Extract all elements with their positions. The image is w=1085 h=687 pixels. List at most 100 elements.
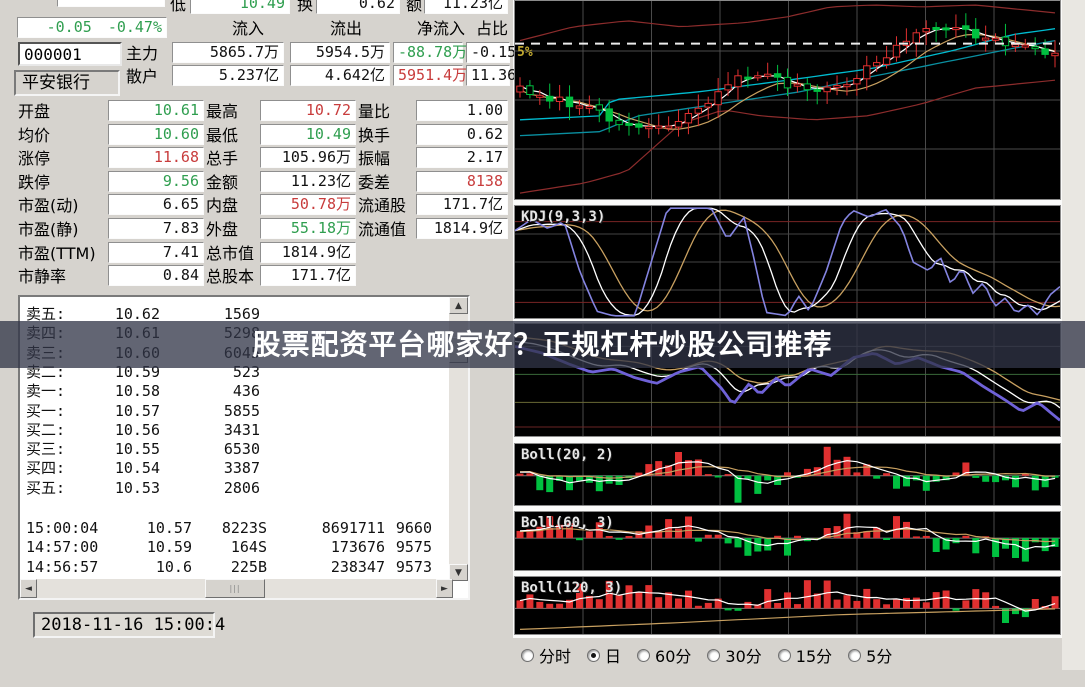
stat-label: 委差 <box>358 172 391 192</box>
ob-label: 买一: <box>26 401 66 420</box>
boll120-panel[interactable]: Boll(120, 3) <box>514 576 1061 635</box>
radio-icon[interactable] <box>848 648 862 662</box>
period-5min[interactable]: 5分 <box>848 643 892 667</box>
period-label: 30分 <box>725 647 762 666</box>
period-day[interactable]: 日 <box>587 643 621 667</box>
stat-value: 1814.9亿 <box>416 218 508 239</box>
stat-label: 外盘 <box>206 220 239 239</box>
tx-volume: 225B <box>230 557 267 576</box>
tx-volume: 8223S <box>221 519 267 537</box>
flow-retail-inflow: 5.237亿 <box>172 65 284 86</box>
ob-price: 10.53 <box>114 478 160 497</box>
tx-price: 10.57 <box>146 519 192 537</box>
tx-price: 10.59 <box>146 538 192 557</box>
tx-time: 15:00:04 <box>26 519 99 537</box>
scroll-left-button[interactable]: ◄ <box>20 579 37 598</box>
boll120-label: Boll(120, 3) <box>521 580 623 596</box>
transaction-row[interactable]: 15:00:04 10.57 8223S 8691711 9660 <box>20 519 432 538</box>
tx-time: 14:56:57 <box>26 557 99 576</box>
kline-chart-panel[interactable]: 5% <box>514 0 1061 200</box>
stat-label: 市盈(TTM) <box>18 243 96 263</box>
change-value: -0.05 <box>46 18 92 36</box>
period-30min[interactable]: 30分 <box>707 643 762 667</box>
boll60-label: Boll(60, 3) <box>521 515 614 531</box>
stat-value: 105.96万 <box>260 147 356 169</box>
tx-time: 14:57:00 <box>26 538 99 557</box>
ob-label: 买四: <box>26 459 66 478</box>
stat-value: 10.60 <box>108 123 204 145</box>
scroll-up-button[interactable]: ▲ <box>449 297 468 314</box>
period-60min[interactable]: 60分 <box>637 643 691 667</box>
ob-volume: 3431 <box>223 420 260 439</box>
boll60-panel[interactable]: Boll(60, 3) <box>514 511 1061 571</box>
flow-main-net: -88.78万 <box>393 42 467 63</box>
tx-volume: 164S <box>230 538 267 557</box>
radio-icon[interactable] <box>637 648 651 662</box>
boll20-panel[interactable]: Boll(20, 2) <box>514 443 1061 506</box>
stat-label: 总股本 <box>206 267 255 287</box>
radio-icon[interactable] <box>707 648 721 662</box>
hscroll-thumb[interactable]: ||| <box>205 579 265 598</box>
stat-value: 1814.9亿 <box>260 241 356 263</box>
flow-retail-net: 5951.4万 <box>393 65 467 86</box>
flow-header-ratio: 占比 <box>476 19 509 38</box>
stat-label: 市盈(静) <box>18 220 79 239</box>
stat-label: 量比 <box>358 102 391 121</box>
order-book-row[interactable]: 买三: 10.55 6530 <box>20 440 430 459</box>
stock-code-input[interactable] <box>18 42 122 66</box>
stock-name: 平安银行 <box>14 70 120 96</box>
stat-label: 换手 <box>358 125 391 145</box>
tx-amount: 173676 <box>330 538 385 557</box>
scroll-right-button[interactable]: ► <box>436 579 453 598</box>
quote-strip-value-amount: 11.23亿 <box>424 0 508 14</box>
flow-retail-ratio: 11.36 <box>466 65 516 86</box>
order-book-row[interactable]: 卖一: 10.58 436 <box>20 382 430 401</box>
datetime-display: 2018-11-16 15:00:4 <box>33 612 225 638</box>
stat-value: 8138 <box>416 170 508 192</box>
stat-label: 流通值 <box>358 220 407 239</box>
period-15min[interactable]: 15分 <box>777 643 833 667</box>
radio-icon-selected[interactable] <box>587 648 601 662</box>
order-book-row[interactable]: 买四: 10.54 3387 <box>20 459 430 478</box>
order-book-row[interactable]: 买二: 10.56 3431 <box>20 421 430 440</box>
stat-value: 10.72 <box>260 100 356 121</box>
radio-icon[interactable] <box>777 648 791 662</box>
stat-label: 最高 <box>206 102 239 121</box>
period-label: 分时 <box>539 647 572 666</box>
order-book-row[interactable]: 买五: 10.53 2806 <box>20 479 430 498</box>
order-book-row[interactable]: 买一: 10.57 5855 <box>20 402 430 421</box>
stat-label: 市盈(动) <box>18 196 79 216</box>
ob-price: 10.54 <box>114 459 160 478</box>
stat-label: 流通股 <box>358 196 407 216</box>
period-label: 60分 <box>655 647 692 666</box>
ob-volume: 3387 <box>223 459 260 478</box>
ob-volume: 6530 <box>223 440 260 459</box>
period-label: 日 <box>605 647 622 666</box>
quote-strip-label-amount: 额 <box>406 0 423 14</box>
kdj-panel[interactable]: KDJ(9,3,3) <box>514 205 1061 319</box>
stat-value: 9.56 <box>108 170 204 192</box>
stat-value: 11.68 <box>108 147 204 169</box>
tx-price: 10.6 <box>155 557 192 576</box>
stat-label: 均价 <box>18 125 51 145</box>
ob-price: 10.58 <box>114 382 160 401</box>
period-minute[interactable]: 分时 <box>521 643 571 667</box>
transaction-row[interactable]: 14:57:00 10.59 164S 173676 9575 <box>20 538 432 557</box>
ob-volume: 436 <box>232 382 260 401</box>
transaction-row[interactable]: 14:56:57 10.6 225B 238347 9573 <box>20 557 432 577</box>
stat-label: 金额 <box>206 172 239 192</box>
flow-retail-outflow: 4.642亿 <box>290 65 390 86</box>
horizontal-scrollbar[interactable]: ◄ ||| ► <box>20 579 453 598</box>
quote-strip-value-low: 10.49 <box>190 0 290 14</box>
period-label: 15分 <box>795 647 833 666</box>
quote-strip-label-turnover: 换 <box>297 0 314 14</box>
ob-price: 10.56 <box>114 420 160 439</box>
flow-main-ratio: -0.15 <box>466 42 516 63</box>
stat-label: 内盘 <box>206 196 239 216</box>
tx-amount: 238347 <box>330 557 385 576</box>
stat-label: 总手 <box>206 149 239 169</box>
flow-main-outflow: 5954.5万 <box>290 42 390 63</box>
boll20-label: Boll(20, 2) <box>521 447 614 463</box>
stat-value: 0.84 <box>108 265 204 287</box>
radio-icon[interactable] <box>521 648 534 662</box>
